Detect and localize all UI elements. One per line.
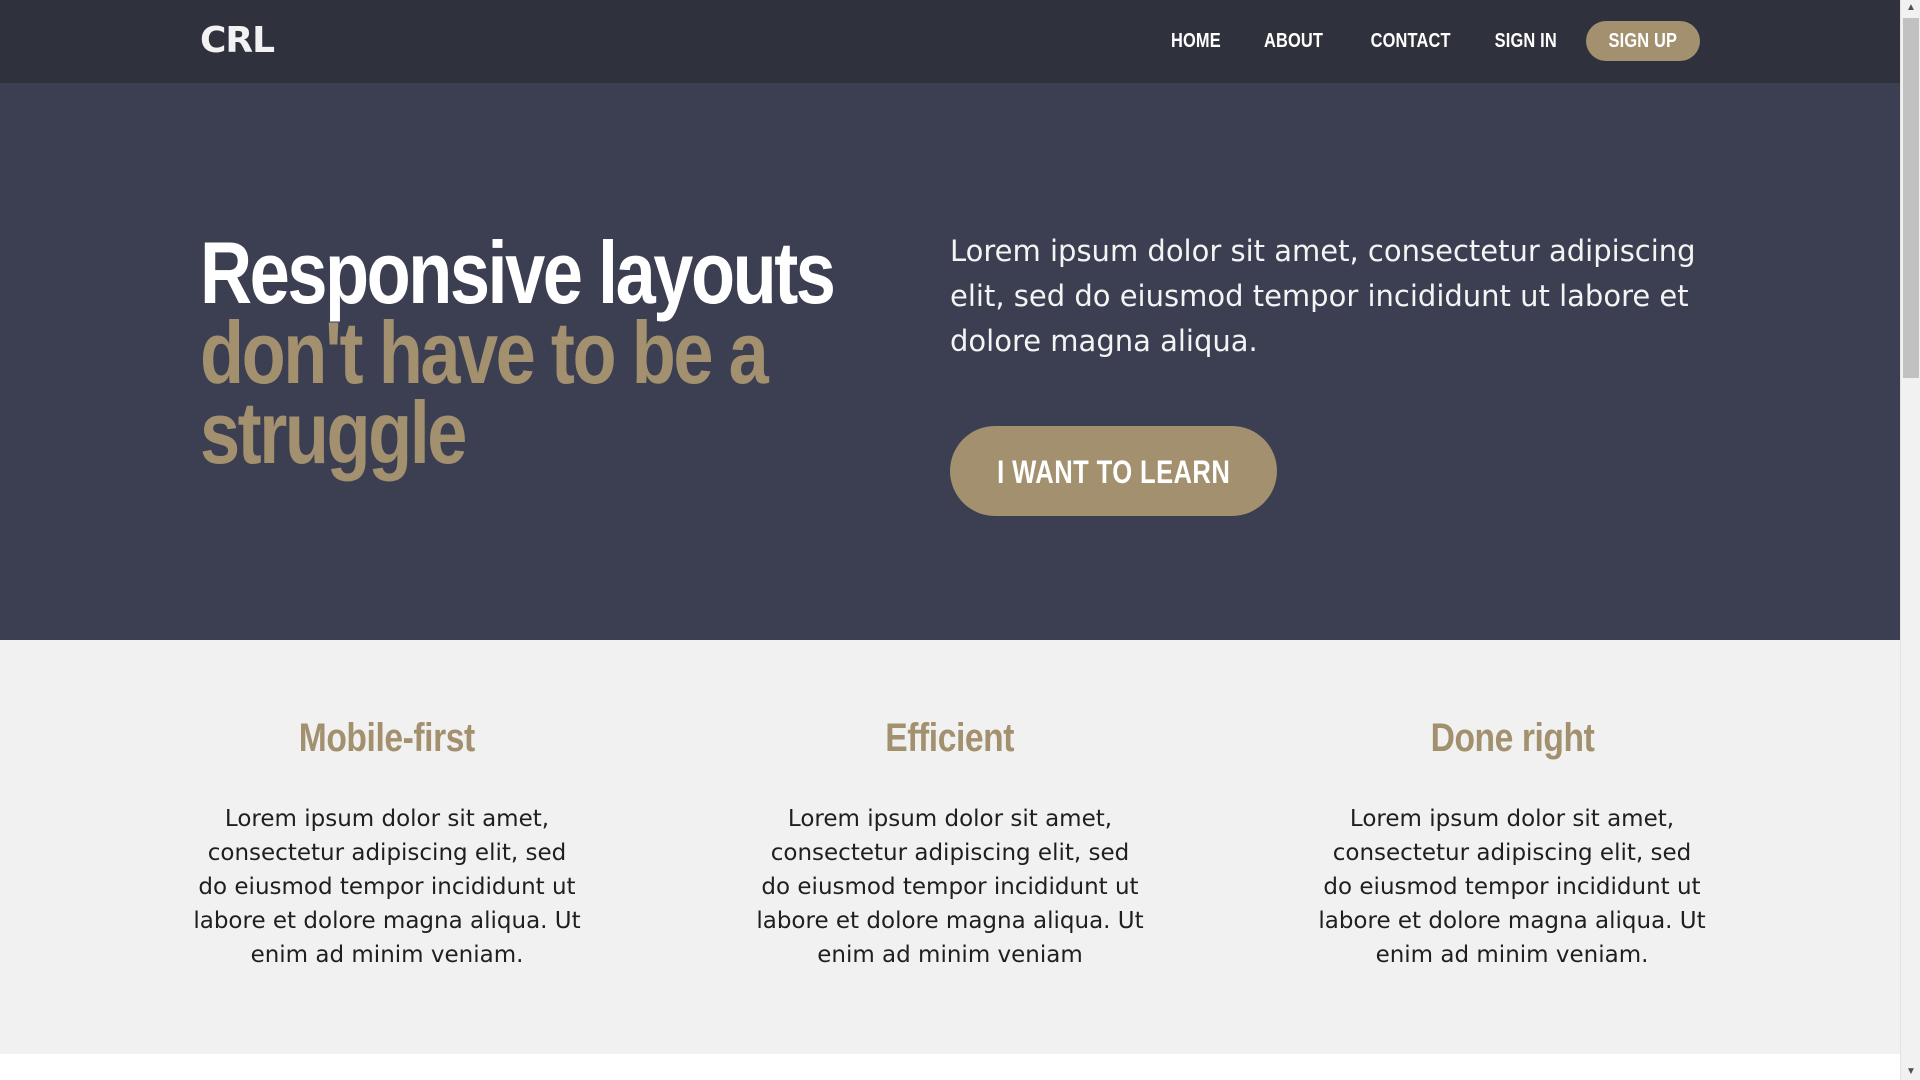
scroll-down-arrow-icon[interactable]: ▼ (1901, 1064, 1920, 1080)
feature-title: Mobile-first (192, 710, 582, 766)
feature-text: Lorem ipsum dolor sit amet, consectetur … (756, 806, 1144, 968)
scroll-up-arrow-icon[interactable]: ▲ (1901, 0, 1920, 16)
page-viewport: CRL HOME ABOUT CONTACT SIGN IN SIGN UP R… (0, 0, 1900, 1080)
hero-title: Responsive layouts don't have to be a st… (200, 223, 900, 482)
feature-title: Efficient (755, 710, 1145, 766)
nav-home-link[interactable]: HOME (1171, 30, 1221, 53)
feature-title-text: Done right (1430, 716, 1594, 760)
feature-mobile-first: Mobile-first Lorem ipsum dolor sit amet,… (192, 640, 582, 972)
site-header: CRL HOME ABOUT CONTACT SIGN IN SIGN UP (0, 0, 1900, 83)
feature-done-right: Done right Lorem ipsum dolor sit amet, c… (1317, 640, 1707, 972)
nav-contact-link[interactable]: CONTACT (1370, 30, 1450, 53)
feature-title-text: Mobile-first (298, 716, 476, 760)
feature-efficient: Efficient Lorem ipsum dolor sit amet, co… (755, 640, 1145, 972)
scrollbar-thumb[interactable] (1903, 18, 1919, 378)
next-section-edge (0, 1054, 1900, 1080)
learn-cta-button[interactable]: I WANT TO LEARN (950, 426, 1277, 516)
hero-title-line-3: struggle (200, 383, 467, 482)
sign-up-button[interactable]: SIGN UP (1586, 21, 1700, 61)
feature-text: Lorem ipsum dolor sit amet, consectetur … (1318, 806, 1706, 968)
page-scrollbar[interactable]: ▲ ▼ (1900, 0, 1920, 1080)
feature-text: Lorem ipsum dolor sit amet, consectetur … (193, 806, 581, 968)
main-nav: HOME ABOUT CONTACT SIGN IN SIGN UP (1130, 21, 1700, 61)
hero-section: Responsive layouts don't have to be a st… (0, 83, 1900, 640)
site-logo[interactable]: CRL (200, 18, 275, 64)
sign-up-label: SIGN UP (1608, 30, 1678, 52)
hero-title-line-1: Responsive layouts (200, 223, 836, 322)
learn-cta-label: I WANT TO LEARN (996, 454, 1231, 490)
nav-sign-in-link[interactable]: SIGN IN (1494, 30, 1556, 53)
features-section: Mobile-first Lorem ipsum dolor sit amet,… (0, 640, 1900, 1054)
feature-title: Done right (1317, 710, 1707, 766)
nav-about-link[interactable]: ABOUT (1264, 30, 1323, 53)
hero-description: Lorem ipsum dolor sit amet, consectetur … (950, 234, 1696, 358)
hero-title-line-2: don't have to be a (200, 303, 769, 402)
feature-title-text: Efficient (885, 716, 1015, 760)
